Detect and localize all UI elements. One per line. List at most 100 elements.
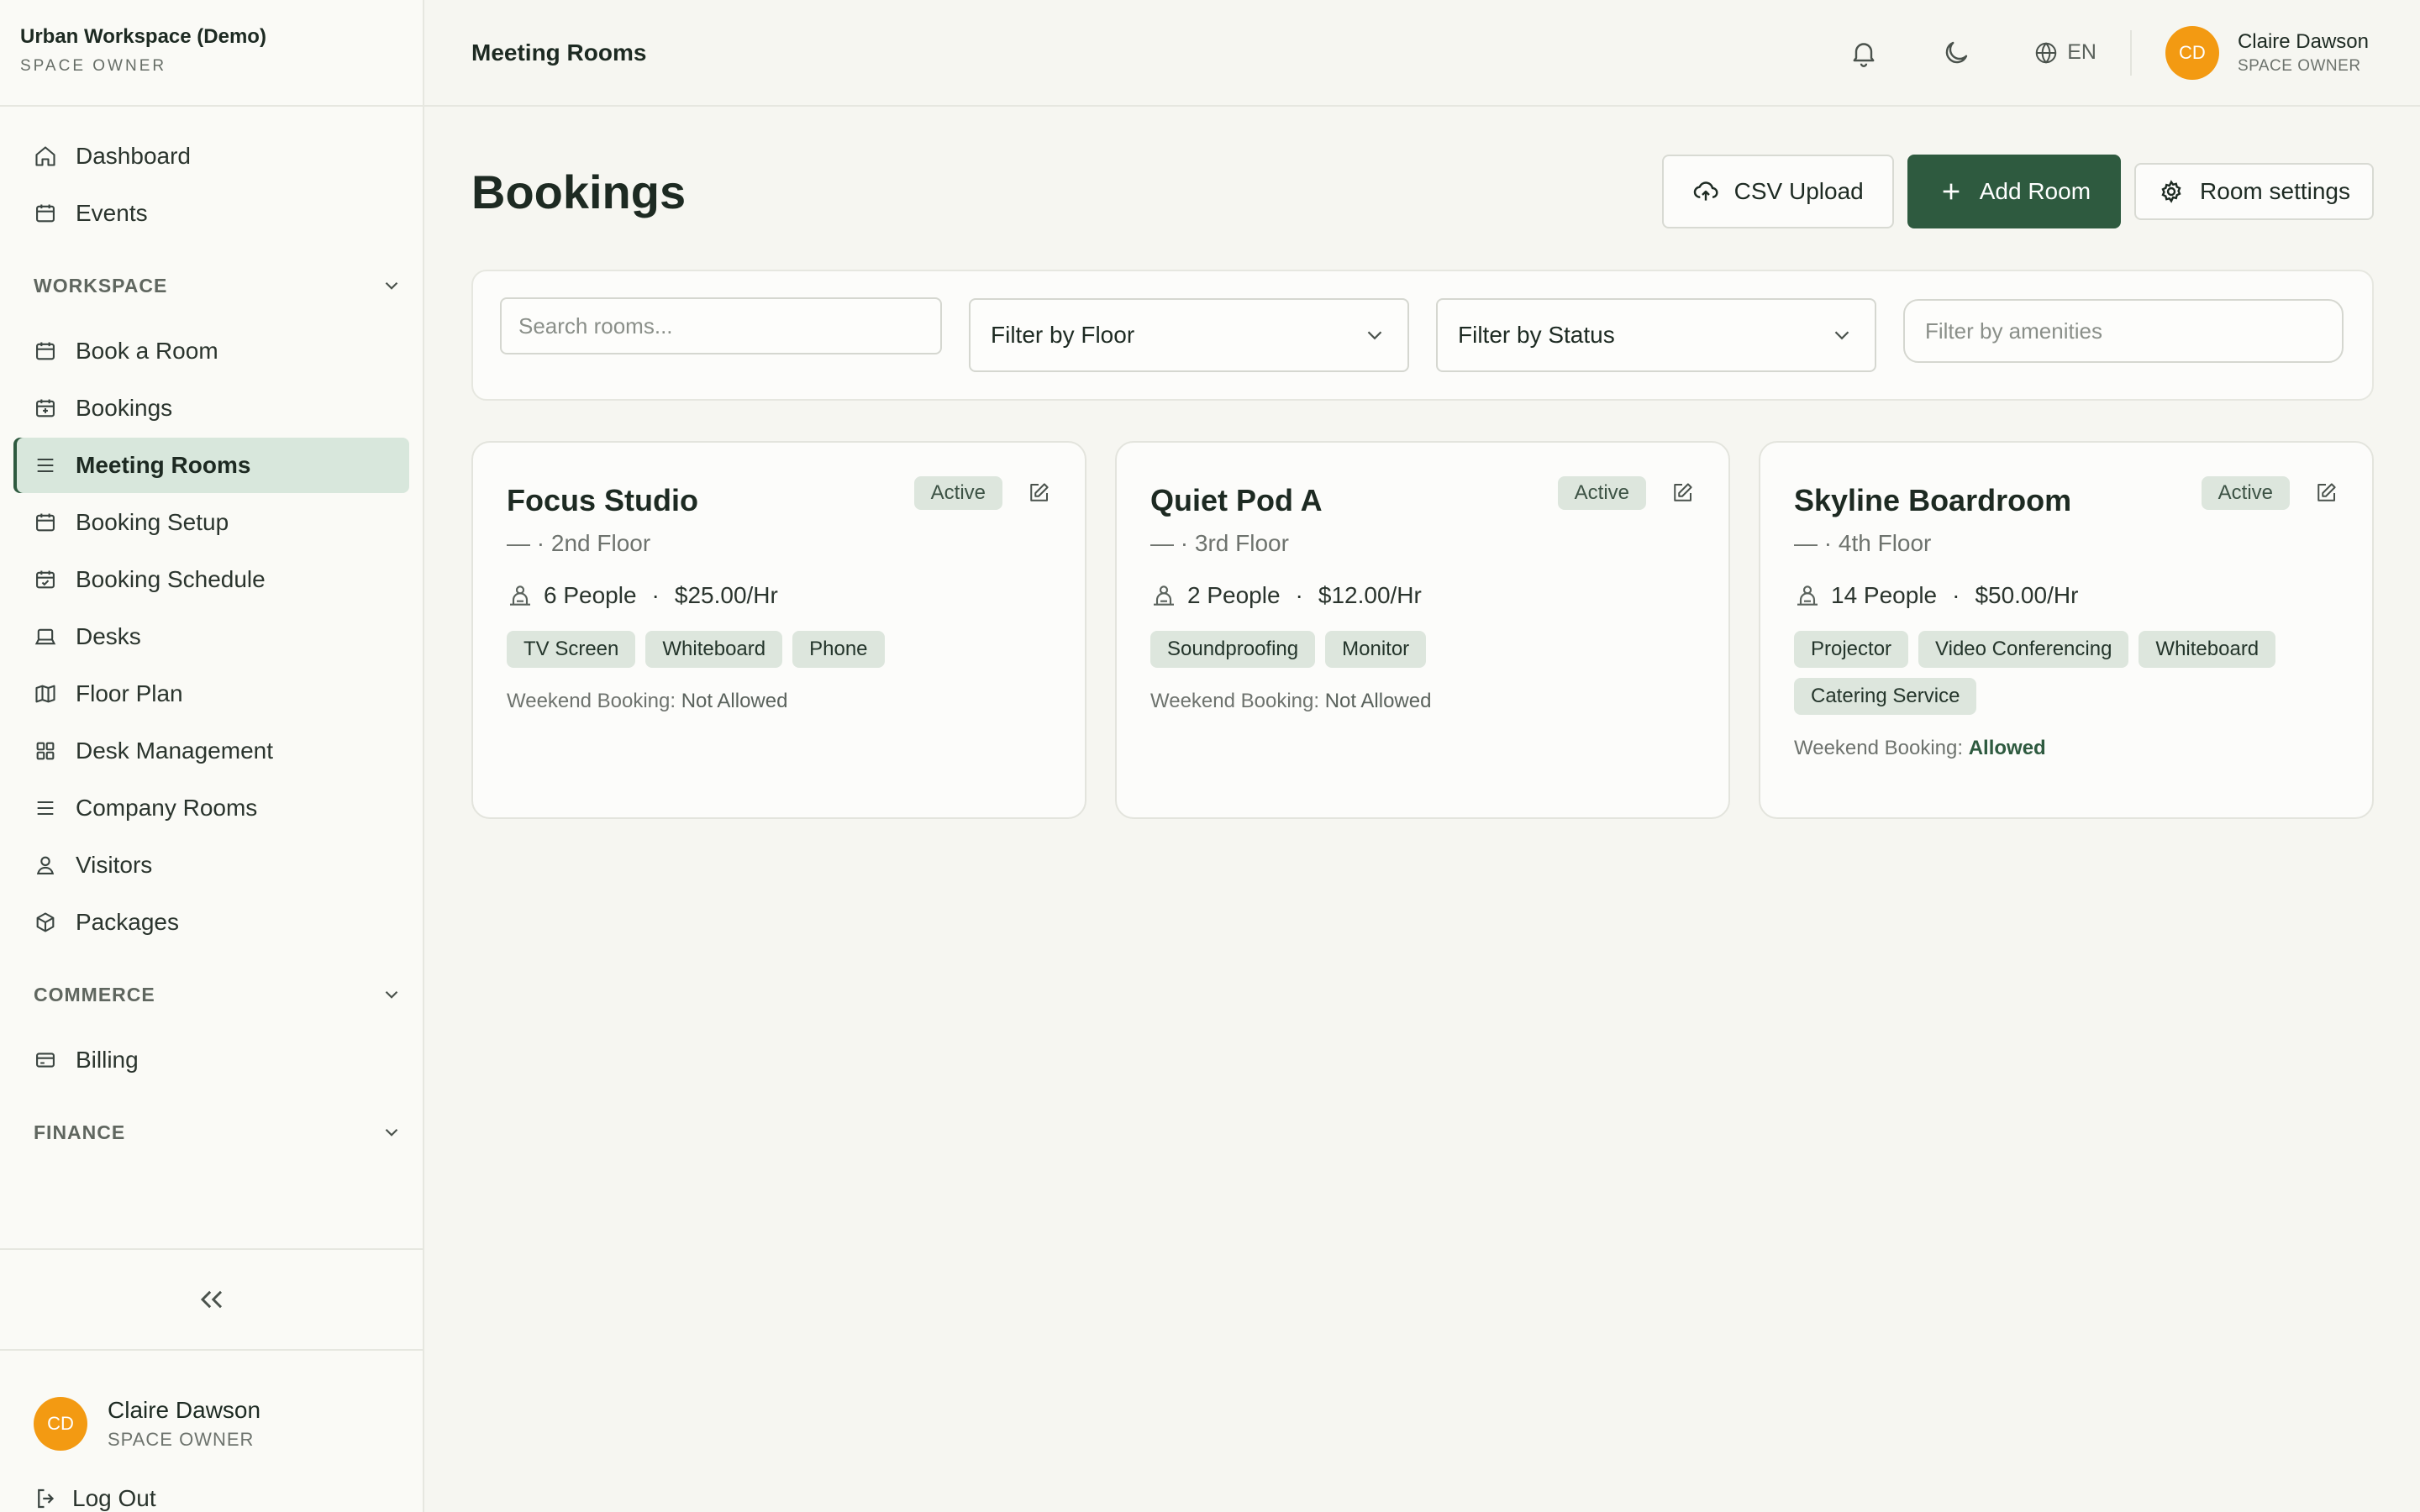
weekend-booking: Weekend Booking: Not Allowed — [1150, 690, 1695, 713]
sidebar-item-book-a-room[interactable]: Book a Room — [13, 323, 409, 379]
sidebar-item-label: Booking Schedule — [76, 566, 266, 592]
page-title: Bookings — [471, 165, 687, 218]
separator-dot: · — [651, 582, 660, 608]
room-meta: 6 People · $25.00/Hr — [507, 582, 1051, 609]
status-badge: Active — [1557, 476, 1646, 510]
room-floor: — · 4th Floor — [1794, 530, 1932, 556]
sidebar-item-label: Desks — [76, 623, 141, 649]
calendar-icon — [34, 202, 57, 225]
sidebar: Urban Workspace (Demo) SPACE OWNER Dashb… — [0, 0, 424, 1512]
map-icon — [34, 682, 57, 706]
sidebar-item-billing[interactable]: Billing — [13, 1032, 409, 1088]
sidebar-item-label: Events — [76, 200, 148, 226]
logout-label: Log Out — [72, 1485, 156, 1511]
room-settings-label: Room settings — [2200, 178, 2350, 204]
weekend-booking-label: Weekend Booking: — [507, 690, 676, 712]
csv-upload-button[interactable]: CSV Upload — [1661, 155, 1894, 228]
laptop-icon — [34, 625, 57, 648]
sidebar-item-events[interactable]: Events — [13, 186, 409, 241]
room-settings-button[interactable]: Room settings — [2134, 163, 2374, 220]
list-icon — [34, 454, 57, 477]
amenity-tags: Projector Video Conferencing Whiteboard … — [1794, 631, 2338, 715]
content: Bookings CSV Upload Add Room Room settin… — [424, 107, 2420, 819]
sidebar-item-label: Company Rooms — [76, 795, 258, 821]
amenity-tag: Whiteboard — [2139, 631, 2276, 668]
add-room-button[interactable]: Add Room — [1907, 155, 2122, 228]
sidebar-item-booking-schedule[interactable]: Booking Schedule — [13, 552, 409, 607]
sidebar-collapse-row — [0, 1248, 423, 1351]
weekend-booking: Weekend Booking: Not Allowed — [507, 690, 1051, 713]
sidebar-user: CD Claire Dawson SPACE OWNER — [0, 1351, 423, 1468]
logout-icon — [34, 1486, 59, 1511]
room-name: Quiet Pod A — [1150, 483, 1323, 517]
home-icon — [34, 144, 57, 168]
sidebar-item-dashboard[interactable]: Dashboard — [13, 129, 409, 184]
user-name: Claire Dawson — [108, 1397, 261, 1423]
weekend-booking-label: Weekend Booking: — [1150, 690, 1320, 712]
upload-cloud-icon — [1692, 178, 1719, 205]
sidebar-item-desks[interactable]: Desks — [13, 609, 409, 664]
section-finance-toggle[interactable]: FINANCE — [34, 1103, 402, 1162]
amenity-tags: TV Screen Whiteboard Phone — [507, 631, 1051, 668]
edit-icon[interactable] — [1026, 480, 1051, 506]
moon-icon[interactable] — [1941, 38, 1971, 68]
sidebar-item-desk-management[interactable]: Desk Management — [13, 723, 409, 779]
bell-icon[interactable] — [1849, 38, 1879, 68]
logout-button[interactable]: Log Out — [0, 1468, 423, 1512]
section-workspace-toggle[interactable]: WORKSPACE — [34, 256, 402, 315]
room-capacity: 2 People — [1187, 582, 1281, 608]
sidebar-item-label: Bookings — [76, 395, 173, 421]
sidebar-item-meeting-rooms[interactable]: Meeting Rooms — [13, 438, 409, 493]
amenity-tag: Soundproofing — [1150, 631, 1316, 668]
user-icon — [34, 853, 57, 877]
room-card[interactable]: Focus Studio Active — · 2nd Floor 6 Peop… — [471, 441, 1086, 819]
sidebar-item-label: Billing — [76, 1047, 139, 1073]
separator-dot: · — [1952, 582, 1960, 608]
sidebar-nav: Dashboard Events WORKSPACE Book a Room B… — [0, 107, 423, 1248]
sidebar-item-bookings[interactable]: Bookings — [13, 381, 409, 436]
chevron-down-icon — [381, 1121, 402, 1143]
sidebar-item-company-rooms[interactable]: Company Rooms — [13, 780, 409, 836]
brand-name: Urban Workspace (Demo) — [20, 25, 266, 48]
section-label: FINANCE — [34, 1121, 126, 1143]
amenity-tag: Monitor — [1325, 631, 1427, 668]
floor-filter-label: Filter by Floor — [991, 322, 1135, 348]
avatar: CD — [34, 1397, 87, 1451]
room-capacity: 14 People — [1831, 582, 1938, 608]
user-menu[interactable]: CD Claire Dawson SPACE OWNER — [2165, 25, 2369, 80]
sidebar-item-label: Book a Room — [76, 338, 218, 364]
brand: Urban Workspace (Demo) SPACE OWNER — [0, 0, 423, 107]
sidebar-item-label: Dashboard — [76, 143, 191, 169]
edit-icon[interactable] — [2313, 480, 2338, 506]
sidebar-item-visitors[interactable]: Visitors — [13, 837, 409, 893]
amenity-tag: Phone — [792, 631, 885, 668]
room-price: $25.00/Hr — [674, 582, 778, 608]
chevrons-left-icon[interactable] — [193, 1281, 230, 1318]
amenities-filter-input[interactable] — [1903, 299, 2344, 363]
status-badge: Active — [2201, 476, 2290, 510]
room-card[interactable]: Skyline Boardroom Active — · 4th Floor 1… — [1759, 441, 2374, 819]
room-price: $50.00/Hr — [1975, 582, 2079, 608]
grid-icon — [34, 739, 57, 763]
sidebar-item-floor-plan[interactable]: Floor Plan — [13, 666, 409, 722]
weekend-booking: Weekend Booking: Allowed — [1794, 737, 2338, 760]
sidebar-item-booking-setup[interactable]: Booking Setup — [13, 495, 409, 550]
language-switcher[interactable]: EN — [2033, 40, 2096, 66]
sidebar-item-packages[interactable]: Packages — [13, 895, 409, 950]
edit-icon[interactable] — [1670, 480, 1695, 506]
floor-filter-select[interactable]: Filter by Floor — [969, 298, 1409, 372]
chevron-down-icon — [1829, 323, 1854, 348]
seat-icon — [507, 582, 534, 609]
credit-card-icon — [34, 1048, 57, 1072]
room-cards: Focus Studio Active — · 2nd Floor 6 Peop… — [471, 441, 2374, 819]
search-input[interactable] — [500, 297, 942, 354]
status-filter-select[interactable]: Filter by Status — [1436, 298, 1876, 372]
avatar: CD — [2165, 25, 2219, 80]
section-commerce-toggle[interactable]: COMMERCE — [34, 965, 402, 1024]
sidebar-item-label: Packages — [76, 909, 179, 935]
room-floor: — · 2nd Floor — [507, 530, 651, 556]
sidebar-item-label: Desk Management — [76, 738, 274, 764]
language-label: EN — [2067, 40, 2096, 64]
room-card[interactable]: Quiet Pod A Active — · 3rd Floor 2 Peopl… — [1115, 441, 1730, 819]
amenity-tags: Soundproofing Monitor — [1150, 631, 1695, 668]
